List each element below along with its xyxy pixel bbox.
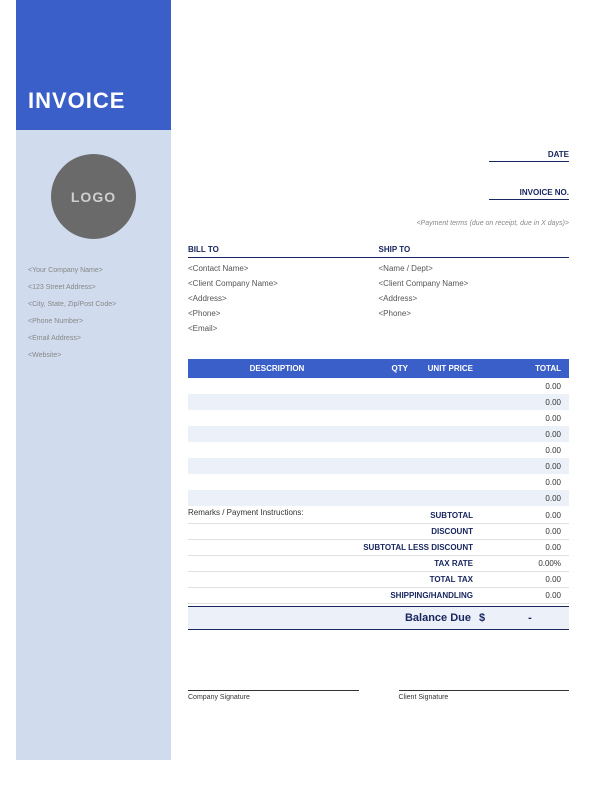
totals: SUBTOTAL 0.00 DISCOUNT 0.00 SUBTOTAL LES… bbox=[188, 508, 569, 630]
table-row: 0.00 bbox=[188, 490, 569, 506]
ship-to-company: <Client Company Name> bbox=[379, 279, 570, 288]
logo-placeholder: LOGO bbox=[51, 154, 136, 239]
table-row: 0.00 bbox=[188, 410, 569, 426]
bill-to-company: <Client Company Name> bbox=[188, 279, 379, 288]
table-row: 0.00 bbox=[188, 378, 569, 394]
tax-rate-label: TAX RATE bbox=[188, 559, 479, 568]
subtotal-less-value: 0.00 bbox=[479, 543, 569, 552]
total-tax-row: TOTAL TAX 0.00 bbox=[188, 572, 569, 588]
company-signature: Company Signature bbox=[188, 690, 359, 701]
tax-rate-value: 0.00% bbox=[479, 559, 569, 568]
shipping-row: SHIPPING/HANDLING 0.00 bbox=[188, 588, 569, 604]
ship-to-address: <Address> bbox=[379, 294, 570, 303]
discount-value: 0.00 bbox=[479, 527, 569, 536]
shipping-label: SHIPPING/HANDLING bbox=[188, 591, 479, 600]
header-qty: QTY bbox=[366, 364, 414, 373]
cell-total: 0.00 bbox=[479, 398, 569, 407]
balance-due-row: Balance Due $ - bbox=[188, 606, 569, 630]
ship-to: SHIP TO <Name / Dept> <Client Company Na… bbox=[379, 245, 570, 339]
balance-value: - bbox=[499, 612, 569, 624]
bill-to-email: <Email> bbox=[188, 324, 379, 333]
ship-to-name: <Name / Dept> bbox=[379, 264, 570, 273]
bill-to-address: <Address> bbox=[188, 294, 379, 303]
cell-total: 0.00 bbox=[479, 462, 569, 471]
invoice-meta: DATE INVOICE NO. bbox=[188, 144, 583, 200]
subtotal-value: 0.00 bbox=[479, 511, 569, 520]
balance-currency: $ bbox=[479, 612, 499, 624]
bill-to-phone: <Phone> bbox=[188, 309, 379, 318]
company-city: <City, State, Zip/Post Code> bbox=[28, 301, 171, 308]
bill-to-title: BILL TO bbox=[188, 245, 379, 258]
table-row: 0.00 bbox=[188, 394, 569, 410]
company-email: <Email Address> bbox=[28, 335, 171, 342]
subtotal-less-row: SUBTOTAL LESS DISCOUNT 0.00 bbox=[188, 540, 569, 556]
invoice-header: INVOICE bbox=[16, 0, 171, 130]
company-phone: <Phone Number> bbox=[28, 318, 171, 325]
cell-total: 0.00 bbox=[479, 382, 569, 391]
cell-total: 0.00 bbox=[479, 414, 569, 423]
cell-total: 0.00 bbox=[479, 478, 569, 487]
sidebar: INVOICE LOGO <Your Company Name> <123 St… bbox=[16, 0, 171, 760]
company-website: <Website> bbox=[28, 352, 171, 359]
signatures: Company Signature Client Signature bbox=[188, 690, 583, 701]
table-header: DESCRIPTION QTY UNIT PRICE TOTAL bbox=[188, 359, 569, 378]
header-unit-price: UNIT PRICE bbox=[414, 364, 479, 373]
date-label: DATE bbox=[489, 150, 569, 162]
company-name: <Your Company Name> bbox=[28, 267, 171, 274]
table-row: 0.00 bbox=[188, 458, 569, 474]
total-tax-value: 0.00 bbox=[479, 575, 569, 584]
header-total: TOTAL bbox=[479, 364, 569, 373]
bill-to: BILL TO <Contact Name> <Client Company N… bbox=[188, 245, 379, 339]
payment-terms: <Payment terms (due on receipt, due in X… bbox=[188, 220, 583, 227]
subtotal-less-label: SUBTOTAL LESS DISCOUNT bbox=[188, 543, 479, 552]
main-content: DATE INVOICE NO. <Payment terms (due on … bbox=[188, 0, 583, 701]
bill-to-contact: <Contact Name> bbox=[188, 264, 379, 273]
cell-total: 0.00 bbox=[479, 430, 569, 439]
invoice-title: INVOICE bbox=[28, 88, 125, 114]
addresses: BILL TO <Contact Name> <Client Company N… bbox=[188, 245, 583, 339]
shipping-value: 0.00 bbox=[479, 591, 569, 600]
table-row: 0.00 bbox=[188, 426, 569, 442]
balance-label: Balance Due bbox=[188, 612, 479, 624]
company-address: <123 Street Address> bbox=[28, 284, 171, 291]
tax-rate-row: TAX RATE 0.00% bbox=[188, 556, 569, 572]
cell-total: 0.00 bbox=[479, 494, 569, 503]
discount-label: DISCOUNT bbox=[188, 527, 479, 536]
remarks-label: Remarks / Payment Instructions: bbox=[188, 508, 304, 517]
cell-total: 0.00 bbox=[479, 446, 569, 455]
discount-row: DISCOUNT 0.00 bbox=[188, 524, 569, 540]
items-table: DESCRIPTION QTY UNIT PRICE TOTAL 0.00 0.0… bbox=[188, 359, 569, 506]
company-info: <Your Company Name> <123 Street Address>… bbox=[16, 267, 171, 359]
table-row: 0.00 bbox=[188, 474, 569, 490]
invoice-no-label: INVOICE NO. bbox=[489, 188, 569, 200]
table-row: 0.00 bbox=[188, 442, 569, 458]
ship-to-title: SHIP TO bbox=[379, 245, 570, 258]
header-description: DESCRIPTION bbox=[188, 364, 366, 373]
ship-to-phone: <Phone> bbox=[379, 309, 570, 318]
total-tax-label: TOTAL TAX bbox=[188, 575, 479, 584]
client-signature: Client Signature bbox=[399, 690, 570, 701]
